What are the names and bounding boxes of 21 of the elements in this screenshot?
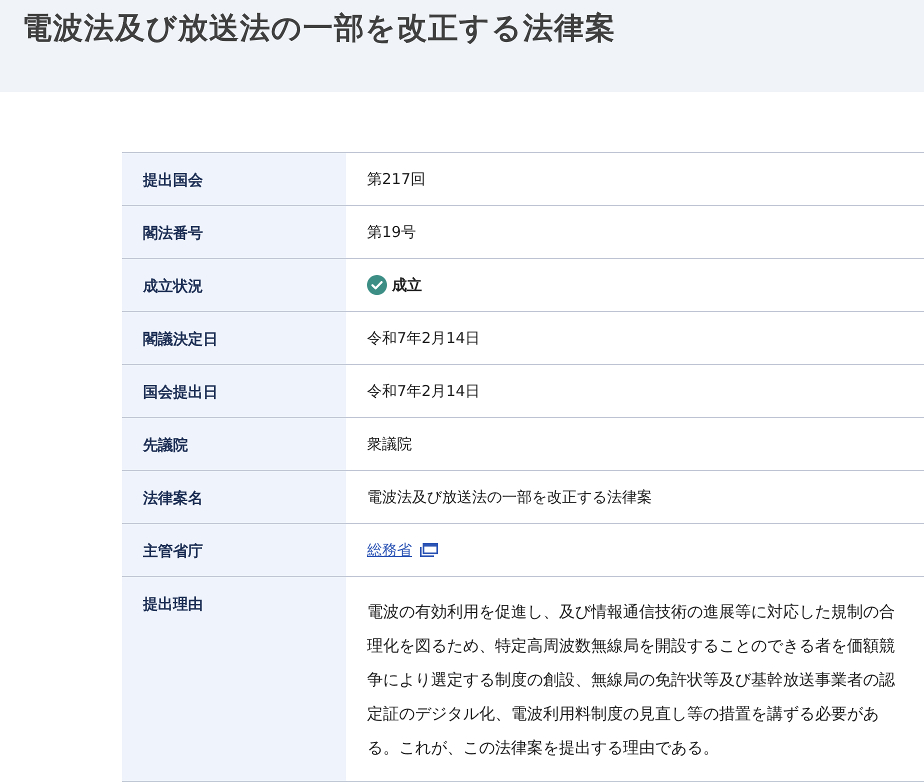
field-value: 第19号 [367, 223, 416, 241]
field-label: 国会提出日 [143, 383, 218, 401]
ministry-link[interactable]: 総務省 [367, 540, 412, 560]
status-text: 成立 [392, 275, 422, 295]
reason-paragraph: 電波の有効利用を促進し、及び情報通信技術の進展等に対応した規制の合理化を図るため、特定高周波数無線局を開設することのできる者を価額競争により選定する制度の創設、無線局の免許状等及び基幹放送事業者の認定証のデジタル化、電波利用料制度の見直し等の措置を講ずる必要がある。これが、この法律案を提出する理由である。 [367, 601, 896, 759]
field-value: 令和7年2月14日 [367, 329, 480, 347]
check-icon [367, 275, 387, 295]
field-label: 法律案名 [143, 489, 203, 507]
page-title: 電波法及び放送法の一部を改正する法律案 [22, 10, 617, 48]
field-value: 第217回 [367, 170, 426, 188]
field-value: 電波法及び放送法の一部を改正する法律案 [367, 488, 652, 506]
field-value: 衆議院 [367, 435, 412, 453]
field-label: 閣法番号 [143, 224, 203, 242]
field-label: 主管省庁 [143, 542, 203, 560]
new-window-icon [420, 543, 438, 557]
field-label: 閣議決定日 [143, 330, 218, 348]
field-label: 成立状況 [143, 277, 203, 295]
field-value: 令和7年2月14日 [367, 382, 480, 400]
field-label: 先議院 [143, 436, 188, 454]
field-label: 提出理由 [143, 595, 203, 613]
field-label: 提出国会 [143, 171, 203, 189]
